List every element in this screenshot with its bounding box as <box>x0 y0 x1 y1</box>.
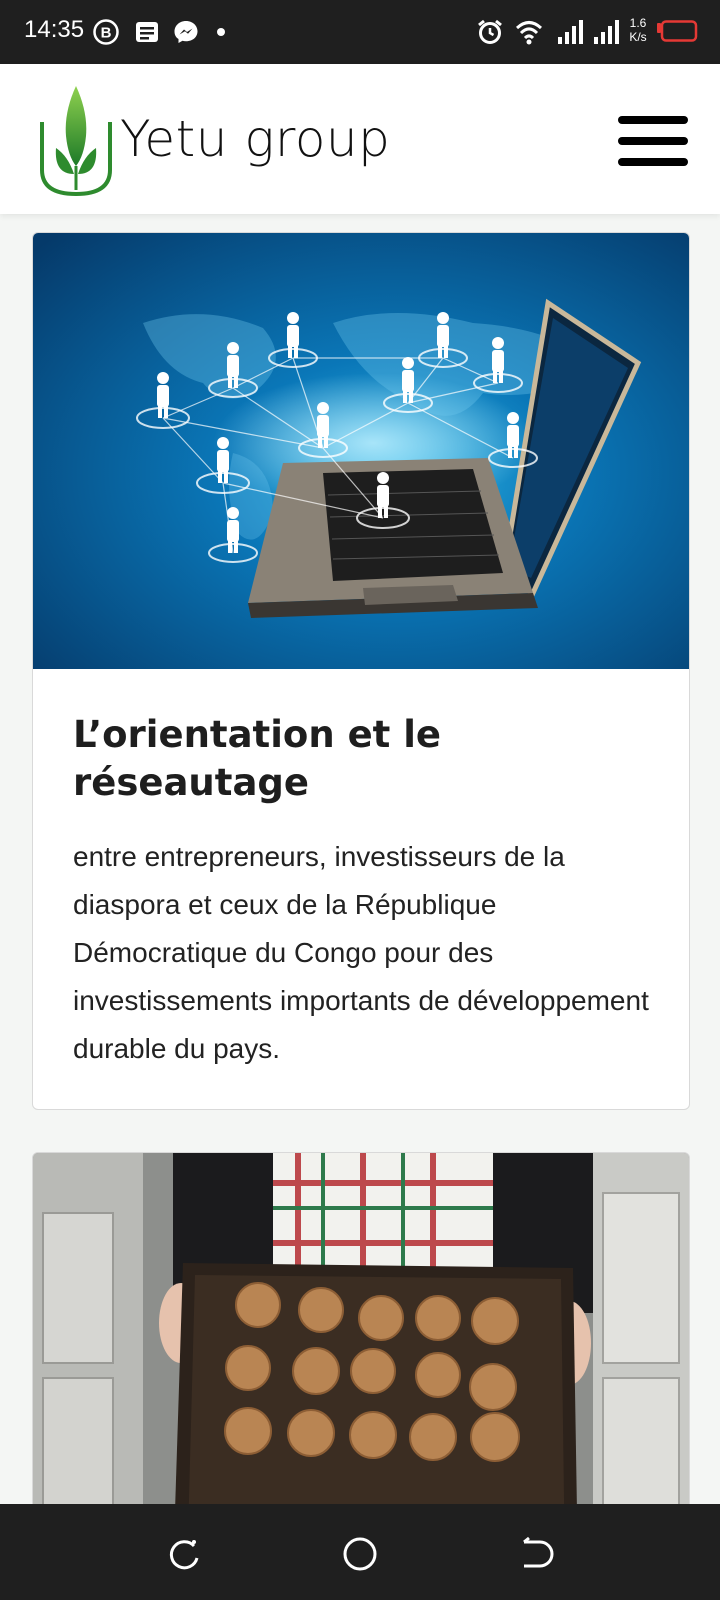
signal-icon <box>594 20 619 44</box>
recent-apps-icon[interactable] <box>164 1534 204 1574</box>
alarm-icon <box>478 19 502 44</box>
messenger-icon <box>174 21 198 43</box>
status-time: 14:35 <box>24 16 85 43</box>
dot-icon <box>217 28 225 36</box>
home-icon[interactable] <box>340 1534 380 1574</box>
service-card: L’orientation et le réseautage entre ent… <box>32 232 690 1110</box>
status-bar: 14:35 B 1.6 K/s <box>0 0 720 64</box>
system-nav-bar <box>0 1504 720 1600</box>
signal-icon <box>558 20 583 44</box>
battery-icon <box>657 20 698 42</box>
yetu-logo-icon[interactable] <box>36 82 116 200</box>
back-icon[interactable] <box>516 1534 556 1574</box>
brand-name[interactable]: Yetu group <box>120 110 390 168</box>
b-badge-icon: B <box>93 19 119 45</box>
card-title: L’orientation et le réseautage <box>73 713 442 804</box>
card-description: entre entrepreneurs, investisseurs de la… <box>73 841 649 1064</box>
laptop-network-image <box>33 233 689 669</box>
hamburger-menu-icon[interactable] <box>618 116 688 166</box>
message-icon <box>136 22 158 42</box>
network-speed: 1.6 K/s <box>629 16 647 44</box>
site-header: Yetu group <box>0 64 720 214</box>
svg-text:B: B <box>101 25 112 42</box>
wifi-icon <box>515 21 543 45</box>
